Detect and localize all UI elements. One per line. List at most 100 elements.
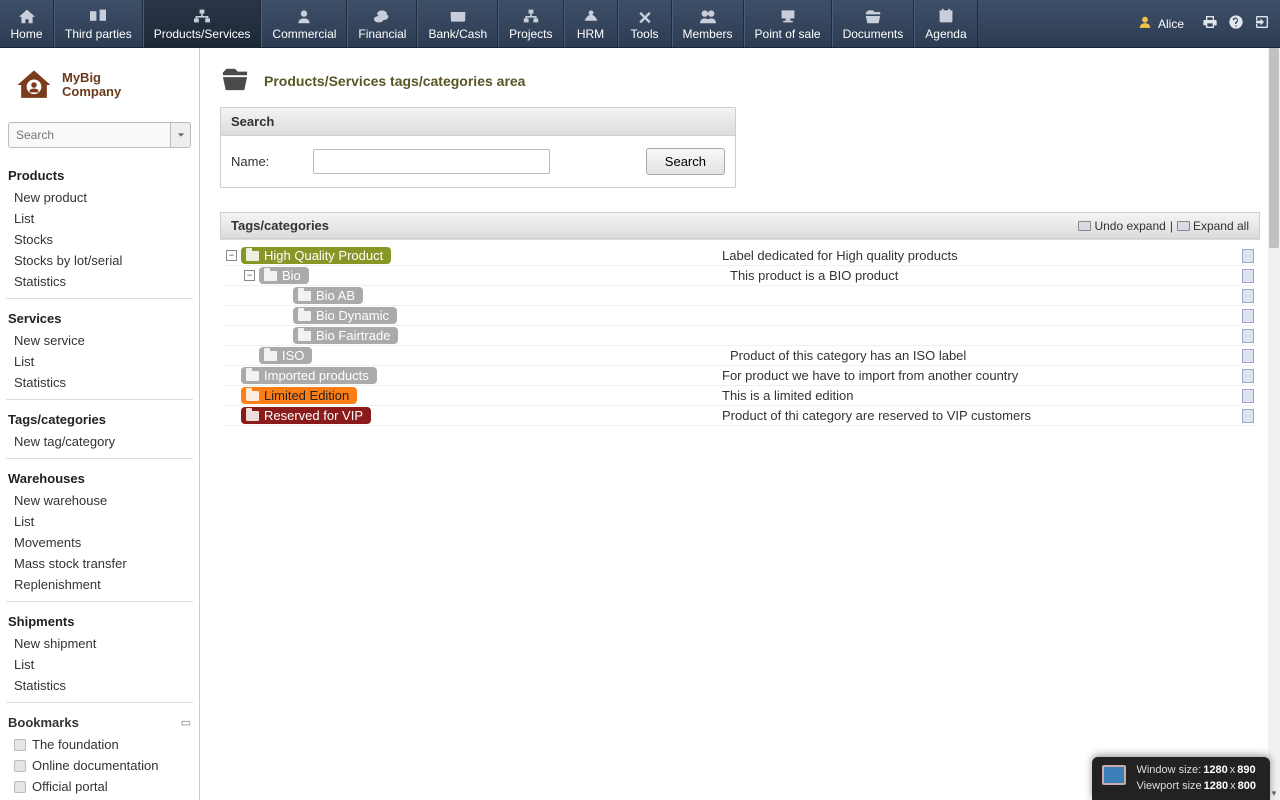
- search-button[interactable]: Search: [646, 148, 725, 175]
- side-section-products[interactable]: Products: [6, 162, 193, 187]
- nav-hrm[interactable]: HRM: [564, 0, 618, 47]
- side-link-statistics[interactable]: Statistics: [6, 271, 193, 292]
- tree-row: − High Quality Product Label dedicated for…: [222, 246, 1258, 266]
- nav-icon: [88, 7, 108, 25]
- drag-handle-icon[interactable]: [1242, 309, 1254, 323]
- category-description: For product we have to import from anoth…: [722, 368, 1228, 383]
- category-label: ISO: [282, 348, 304, 363]
- sidebar-search-input[interactable]: [8, 122, 171, 148]
- company-logo[interactable]: MyBigCompany: [6, 56, 193, 118]
- side-link-new-product[interactable]: New product: [6, 187, 193, 208]
- bookmarks-collapse-icon[interactable]: ▭: [181, 716, 191, 729]
- bookmark-online-documentation[interactable]: Online documentation: [6, 755, 193, 776]
- divider: [6, 601, 193, 602]
- nav-agenda[interactable]: Agenda: [914, 0, 977, 47]
- category-tag[interactable]: Limited Edition: [241, 387, 357, 404]
- bookmark-icon: [14, 760, 26, 772]
- drag-handle-icon[interactable]: [1242, 349, 1254, 363]
- tree-expander[interactable]: −: [244, 270, 255, 281]
- nav-commercial[interactable]: Commercial: [261, 0, 347, 47]
- nav-label: Agenda: [925, 27, 966, 41]
- category-tag[interactable]: Imported products: [241, 367, 377, 384]
- category-tag[interactable]: ISO: [259, 347, 312, 364]
- category-tag[interactable]: Bio: [259, 267, 309, 284]
- category-label: Bio Fairtrade: [316, 328, 390, 343]
- user-menu[interactable]: Alice: [1130, 0, 1192, 47]
- help-icon[interactable]: [1228, 14, 1244, 33]
- nav-home[interactable]: Home: [0, 0, 54, 47]
- expand-all-link[interactable]: Expand all: [1177, 219, 1249, 233]
- nav-label: Third parties: [65, 27, 132, 41]
- nav-projects[interactable]: Projects: [498, 0, 563, 47]
- side-section-shipments[interactable]: Shipments: [6, 608, 193, 633]
- category-tag[interactable]: Reserved for VIP: [241, 407, 371, 424]
- category-label: High Quality Product: [264, 248, 383, 263]
- side-link-stocks[interactable]: Stocks: [6, 229, 193, 250]
- category-tag[interactable]: Bio AB: [293, 287, 363, 304]
- side-link-new-warehouse[interactable]: New warehouse: [6, 490, 193, 511]
- folder-icon: [246, 371, 259, 381]
- scrollbar-thumb[interactable]: [1269, 48, 1279, 248]
- category-tag[interactable]: High Quality Product: [241, 247, 391, 264]
- nav-icon: [936, 7, 956, 25]
- sidebar-search-dropdown[interactable]: [171, 122, 191, 148]
- side-link-list[interactable]: List: [6, 351, 193, 372]
- category-label: Imported products: [264, 368, 369, 383]
- nav-third-parties[interactable]: Third parties: [54, 0, 143, 47]
- undo-expand-link[interactable]: Undo expand: [1078, 219, 1165, 233]
- category-tag[interactable]: Bio Fairtrade: [293, 327, 398, 344]
- folder-icon: [264, 351, 277, 361]
- bookmark-official-portal[interactable]: Official portal: [6, 776, 193, 797]
- side-link-list[interactable]: List: [6, 208, 193, 229]
- nav-documents[interactable]: Documents: [832, 0, 915, 47]
- nav-bank-cash[interactable]: Bank/Cash: [417, 0, 498, 47]
- side-link-list[interactable]: List: [6, 654, 193, 675]
- side-link-movements[interactable]: Movements: [6, 532, 193, 553]
- drag-handle-icon[interactable]: [1242, 369, 1254, 383]
- logo-line2: Company: [62, 84, 121, 99]
- drag-handle-icon[interactable]: [1242, 289, 1254, 303]
- nav-point-of-sale[interactable]: Point of sale: [744, 0, 832, 47]
- tree-expander[interactable]: −: [226, 250, 237, 261]
- bookmarks-title: Bookmarks: [8, 715, 79, 730]
- side-link-mass-stock-transfer[interactable]: Mass stock transfer: [6, 553, 193, 574]
- drag-handle-icon[interactable]: [1242, 389, 1254, 403]
- side-link-stocks-by-lot-serial[interactable]: Stocks by lot/serial: [6, 250, 193, 271]
- name-input[interactable]: [313, 149, 550, 174]
- category-description: Label dedicated for High quality product…: [722, 248, 1228, 263]
- category-description: Product of this category has an ISO labe…: [722, 348, 1228, 363]
- side-section-warehouses[interactable]: Warehouses: [6, 465, 193, 490]
- nav-icon: [581, 7, 601, 25]
- side-link-new-service[interactable]: New service: [6, 330, 193, 351]
- nav-products-services[interactable]: Products/Services: [143, 0, 262, 47]
- divider: [6, 298, 193, 299]
- category-tag[interactable]: Bio Dynamic: [293, 307, 397, 324]
- side-link-list[interactable]: List: [6, 511, 193, 532]
- side-section-services[interactable]: Services: [6, 305, 193, 330]
- divider: [6, 399, 193, 400]
- side-section-tags-categories[interactable]: Tags/categories: [6, 406, 193, 431]
- nav-financial[interactable]: Financial: [347, 0, 417, 47]
- nav-label: Tools: [631, 27, 659, 41]
- nav-label: Point of sale: [755, 27, 821, 41]
- nav-icon: [635, 7, 655, 25]
- scrollbar[interactable]: ▾: [1268, 48, 1280, 800]
- logout-icon[interactable]: [1254, 14, 1270, 33]
- side-link-new-tag-category[interactable]: New tag/category: [6, 431, 193, 452]
- drag-handle-icon[interactable]: [1242, 269, 1254, 283]
- nav-members[interactable]: Members: [672, 0, 744, 47]
- drag-handle-icon[interactable]: [1242, 249, 1254, 263]
- nav-tools[interactable]: Tools: [618, 0, 672, 47]
- bookmark-the-foundation[interactable]: The foundation: [6, 734, 193, 755]
- folder-icon: [298, 311, 311, 321]
- user-avatar-icon: [1138, 15, 1152, 32]
- drag-handle-icon[interactable]: [1242, 409, 1254, 423]
- side-link-statistics[interactable]: Statistics: [6, 675, 193, 696]
- category-description: Product of thi category are reserved to …: [722, 408, 1228, 423]
- side-link-statistics[interactable]: Statistics: [6, 372, 193, 393]
- side-link-new-shipment[interactable]: New shipment: [6, 633, 193, 654]
- drag-handle-icon[interactable]: [1242, 329, 1254, 343]
- side-link-replenishment[interactable]: Replenishment: [6, 574, 193, 595]
- print-icon[interactable]: [1202, 14, 1218, 33]
- nav-label: Products/Services: [154, 27, 251, 41]
